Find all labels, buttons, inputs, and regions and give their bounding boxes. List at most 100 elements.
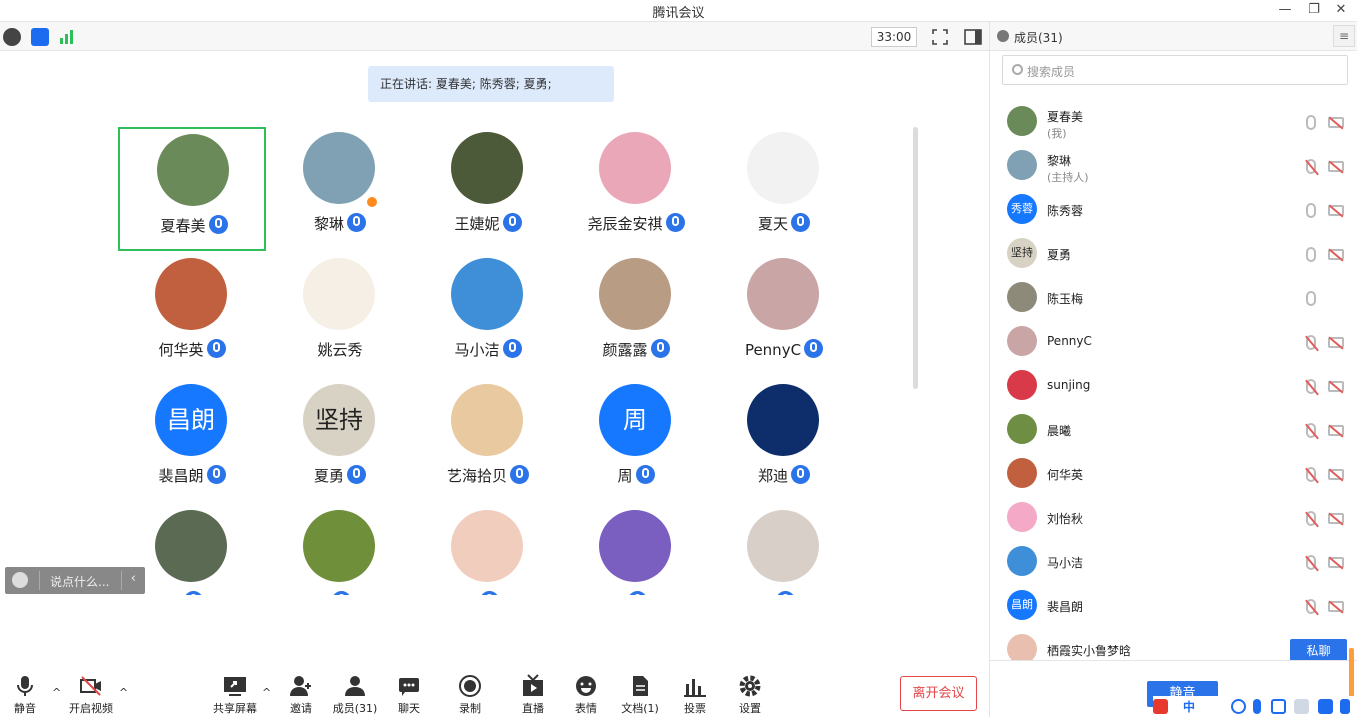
fullscreen-icon[interactable] <box>930 27 950 47</box>
chevron-up-icon[interactable]: ^ <box>119 686 128 699</box>
participant-label <box>562 591 710 595</box>
microphone-muted-icon[interactable] <box>1306 467 1316 482</box>
participant-tile[interactable]: 艺海拾贝 <box>414 379 562 503</box>
panel-scrollbar[interactable] <box>1349 648 1354 698</box>
microphone-muted-icon[interactable] <box>1306 379 1316 394</box>
camera-off-icon[interactable] <box>1328 381 1344 392</box>
emoji-icon[interactable] <box>1231 699 1246 714</box>
microphone-icon <box>650 339 670 358</box>
smile-icon[interactable] <box>12 572 28 588</box>
microphone-icon[interactable] <box>1306 203 1316 218</box>
participant-tile[interactable] <box>414 505 562 595</box>
camera-off-icon[interactable] <box>1328 469 1344 480</box>
microphone-muted-icon[interactable] <box>1306 511 1316 526</box>
camera-off-icon[interactable] <box>1328 557 1344 568</box>
layout-toggle-icon[interactable] <box>963 27 983 47</box>
participant-label: 王婕妮 <box>414 213 562 234</box>
participant-tile[interactable]: 尧辰金安祺 <box>562 127 710 251</box>
camera-off-icon[interactable] <box>1328 205 1344 216</box>
restore-icon[interactable]: ❐ <box>1304 2 1324 17</box>
participant-tile[interactable]: PennyC <box>710 253 858 377</box>
member-row[interactable]: 夏春美 (我) <box>990 100 1357 144</box>
member-search-input[interactable]: 搜索成员 <box>1002 55 1348 85</box>
shield-icon[interactable] <box>31 28 49 46</box>
participant-tile[interactable]: 夏春美 <box>118 127 266 251</box>
participant-tile[interactable]: 何华英 <box>118 253 266 377</box>
participant-name: 裴昌朗 <box>158 467 204 485</box>
sogou-icon[interactable] <box>1153 699 1168 714</box>
microphone-muted-icon[interactable] <box>1306 423 1316 438</box>
participant-tile[interactable]: 马小洁 <box>414 253 562 377</box>
skin-icon[interactable] <box>1294 699 1309 714</box>
camera-off-icon[interactable] <box>1328 117 1344 128</box>
camera-off-icon[interactable] <box>1328 337 1344 348</box>
participant-tile[interactable]: 黎琳 <box>266 127 414 251</box>
mute-button[interactable]: 静音 <box>0 672 55 717</box>
member-row[interactable]: 马小洁 <box>990 540 1357 584</box>
member-row[interactable]: 何华英 <box>990 452 1357 496</box>
share-screen-icon <box>224 677 246 696</box>
microphone-icon[interactable] <box>1253 699 1261 714</box>
avatar <box>155 510 227 582</box>
microphone-icon[interactable] <box>1306 291 1316 306</box>
info-icon[interactable] <box>3 28 21 46</box>
participant-tile[interactable] <box>562 505 710 595</box>
participant-label: 姚云秀 <box>266 339 414 360</box>
camera-off-icon[interactable] <box>1328 601 1344 612</box>
start-video-button[interactable]: 开启视频 <box>61 672 121 717</box>
member-row[interactable]: 黎琳 (主持人) <box>990 144 1357 188</box>
participant-tile[interactable] <box>266 505 414 595</box>
participant-name: 马小洁 <box>454 341 500 359</box>
leave-meeting-button[interactable]: 离开会议 <box>900 676 977 711</box>
camera-off-icon[interactable] <box>1328 425 1344 436</box>
chevron-up-icon[interactable]: ^ <box>52 686 61 699</box>
member-row[interactable]: PennyC <box>990 320 1357 364</box>
microphone-muted-icon[interactable] <box>1306 159 1316 174</box>
member-row[interactable]: 刘怡秋 <box>990 496 1357 540</box>
share-screen-button[interactable]: 共享屏幕 <box>205 672 265 717</box>
participant-tile[interactable]: 昌朗 裴昌朗 <box>118 379 266 503</box>
avatar <box>451 384 523 456</box>
record-button[interactable]: 录制 <box>440 672 500 717</box>
participant-tile[interactable]: 颜露露 <box>562 253 710 377</box>
ime-language[interactable]: 中 <box>1183 698 1195 715</box>
minimize-icon[interactable]: — <box>1275 2 1295 17</box>
member-name: sunjing <box>1047 378 1091 392</box>
close-icon[interactable]: ✕ <box>1331 2 1351 17</box>
camera-off-icon[interactable] <box>1328 249 1344 260</box>
participant-tile[interactable]: 郑迪 <box>710 379 858 503</box>
microphone-muted-icon[interactable] <box>1306 599 1316 614</box>
member-row[interactable]: 坚持 夏勇 <box>990 232 1357 276</box>
menu-icon[interactable]: ≡ <box>1333 25 1355 47</box>
grid-scrollbar[interactable] <box>913 127 918 389</box>
microphone-muted-icon[interactable] <box>1306 335 1316 350</box>
participant-tile[interactable]: 周周 <box>562 379 710 503</box>
camera-off-icon[interactable] <box>1328 161 1344 172</box>
participant-tile[interactable]: 夏天 <box>710 127 858 251</box>
participant-tile[interactable]: 王婕妮 <box>414 127 562 251</box>
chat-input[interactable]: 说点什么... ‹ <box>5 567 145 594</box>
member-row[interactable]: 陈玉梅 <box>990 276 1357 320</box>
host-badge-icon <box>365 195 379 209</box>
camera-off-icon[interactable] <box>1328 513 1344 524</box>
wrench-icon[interactable] <box>1340 699 1350 714</box>
member-row[interactable]: 晨曦 <box>990 408 1357 452</box>
member-row[interactable]: 昌朗 裴昌朗 <box>990 584 1357 628</box>
member-row[interactable]: 秀蓉 陈秀蓉 <box>990 188 1357 232</box>
signal-icon[interactable] <box>58 28 76 46</box>
settings-button[interactable]: 设置 <box>720 672 780 717</box>
shirt-icon[interactable] <box>1318 699 1333 714</box>
microphone-icon[interactable] <box>1306 247 1316 262</box>
member-row[interactable]: sunjing <box>990 364 1357 408</box>
microphone-muted-icon[interactable] <box>1306 555 1316 570</box>
participant-tile[interactable]: 姚云秀 <box>266 253 414 377</box>
participant-tile[interactable] <box>710 505 858 595</box>
participant-name: PennyC <box>744 341 802 359</box>
chevron-left-icon[interactable]: ‹ <box>131 571 136 586</box>
chevron-up-icon[interactable]: ^ <box>262 686 271 699</box>
microphone-icon[interactable] <box>1306 115 1316 130</box>
participant-name: 周 <box>617 467 633 485</box>
keyboard-icon[interactable] <box>1271 699 1286 714</box>
participant-tile[interactable]: 坚持 夏勇 <box>266 379 414 503</box>
chat-placeholder: 说点什么... <box>50 575 110 589</box>
